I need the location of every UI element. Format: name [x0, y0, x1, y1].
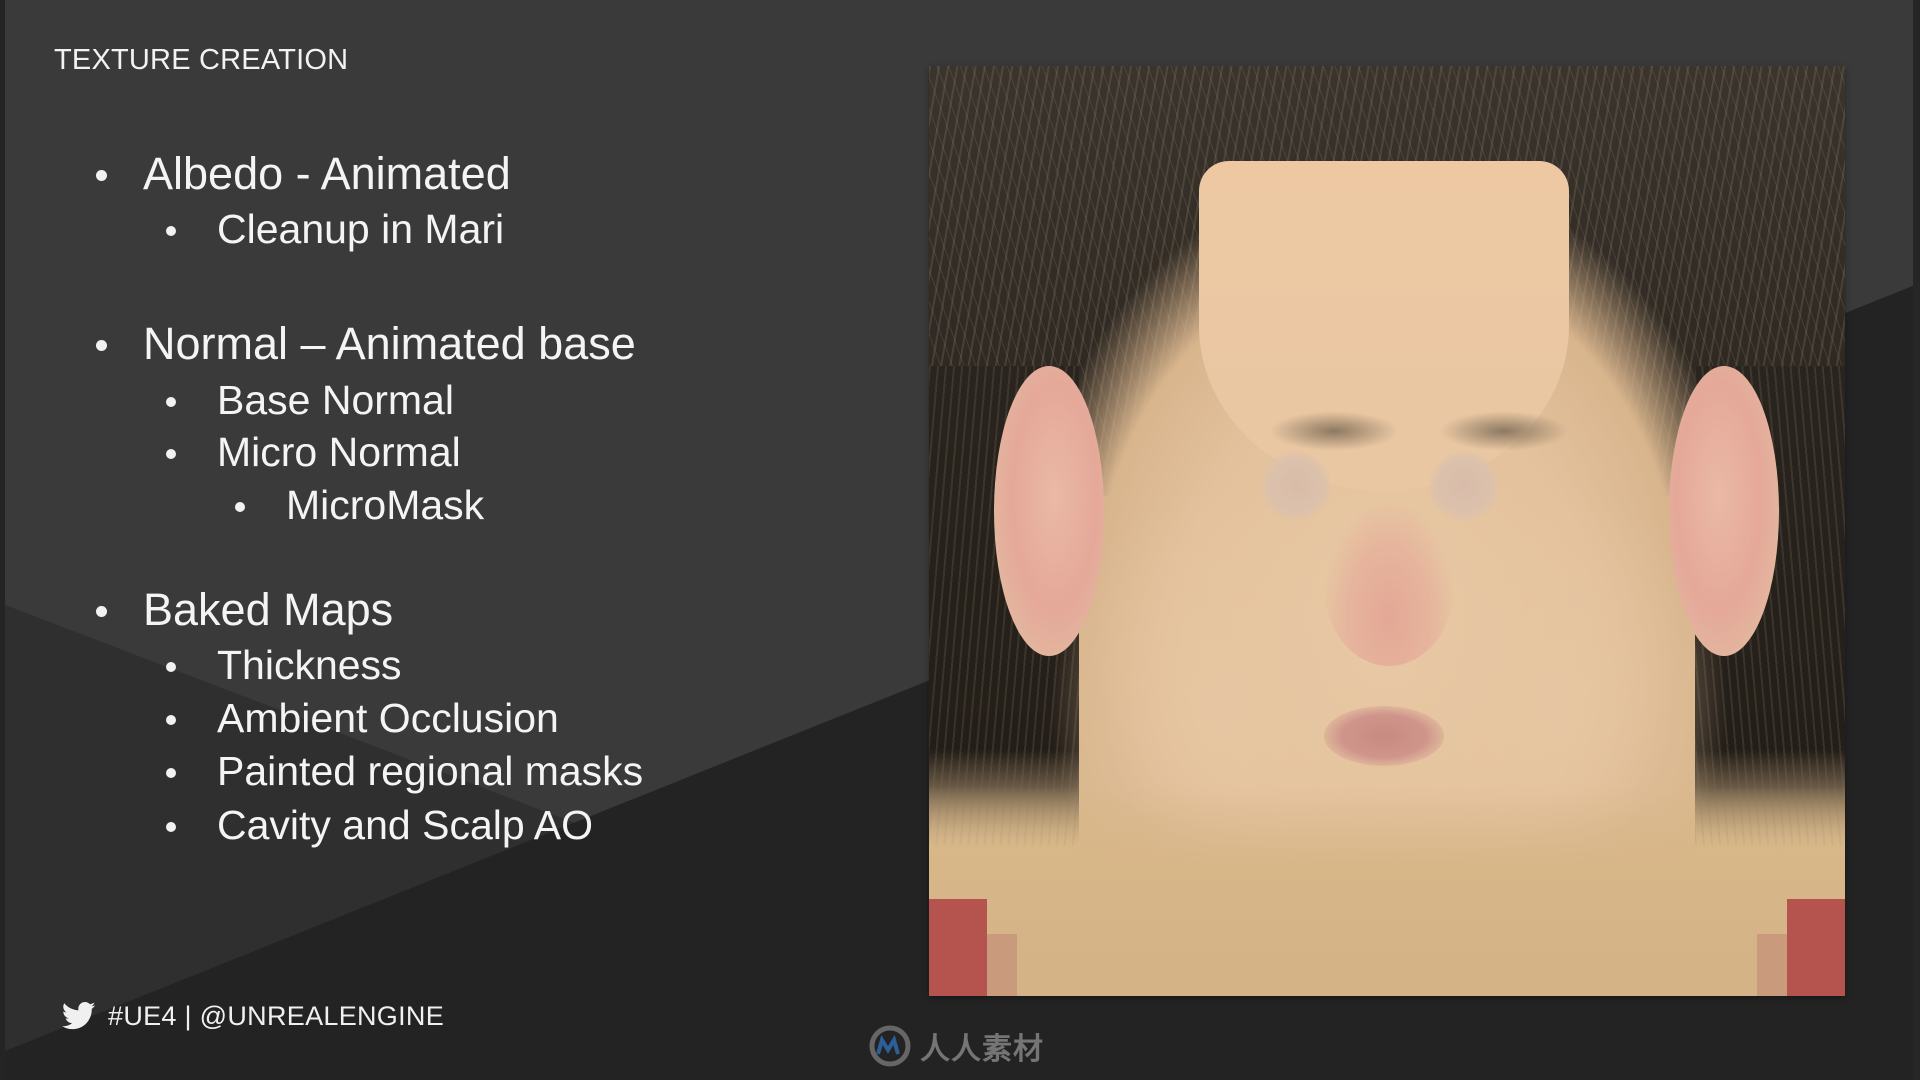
watermark: 人人素材: [868, 1024, 1044, 1068]
bullet-item: Painted regional masks: [166, 748, 644, 795]
bullet-text: Baked Maps: [143, 584, 394, 635]
bullet-dot-icon: [96, 340, 107, 351]
uv-patch: [1757, 934, 1787, 996]
bullet-dot-icon: [166, 397, 176, 407]
face-texture-image: [929, 66, 1845, 996]
bullet-dot-icon: [166, 715, 176, 725]
bullet-dot-icon: [166, 449, 176, 459]
rrsc-logo-icon: [869, 1025, 911, 1067]
bullet-dot-icon: [96, 170, 107, 181]
bullet-item: Cleanup in Mari: [166, 206, 505, 253]
uv-patch: [929, 899, 987, 996]
bullet-item: Base Normal: [166, 377, 454, 424]
nose-region: [1324, 506, 1454, 666]
bullet-dot-icon: [166, 662, 176, 672]
uv-patch: [1787, 899, 1845, 996]
social-footer: #UE4 | @UNREALENGINE: [62, 998, 444, 1034]
twitter-bird-icon: [62, 1001, 96, 1030]
bullet-text: Base Normal: [217, 377, 454, 423]
left-edge-strip: [0, 0, 5, 1080]
eye-region: [1261, 451, 1331, 521]
bullet-text: Albedo - Animated: [143, 148, 511, 199]
bullet-item: Ambient Occlusion: [166, 695, 559, 742]
bullet-text: MicroMask: [286, 482, 485, 528]
uv-patch: [987, 934, 1017, 996]
bullet-dot-icon: [166, 768, 176, 778]
eye-region: [1429, 451, 1499, 521]
bullet-dot-icon: [166, 226, 176, 236]
bullet-item: Micro Normal: [166, 429, 461, 476]
bullet-item: Thickness: [166, 642, 402, 689]
watermark-text: 人人素材: [920, 1032, 1044, 1067]
ear-region: [994, 366, 1104, 656]
bullet-text: Micro Normal: [217, 429, 461, 475]
ear-region: [1669, 366, 1779, 656]
lips-region: [1324, 706, 1444, 766]
bullet-dot-icon: [166, 822, 176, 832]
bullet-text: Thickness: [217, 642, 402, 688]
bullet-item: Baked Maps: [96, 584, 394, 636]
bullet-text: Normal – Animated base: [143, 318, 636, 369]
bullet-dot-icon: [235, 502, 245, 512]
eyebrow-region: [1269, 411, 1399, 451]
bullet-text: Cavity and Scalp AO: [217, 802, 594, 848]
eyebrow-region: [1439, 411, 1569, 451]
bullet-item: MicroMask: [235, 482, 485, 529]
twitter-handle: #UE4 | @UNREALENGINE: [108, 1000, 445, 1031]
bullet-item: Albedo - Animated: [96, 148, 511, 200]
slide-title: TEXTURE CREATION: [54, 44, 349, 76]
bullet-item: Cavity and Scalp AO: [166, 802, 594, 849]
bullet-text: Cleanup in Mari: [217, 206, 505, 252]
bullet-text: Ambient Occlusion: [217, 695, 559, 741]
bullet-text: Painted regional masks: [217, 748, 644, 794]
bullet-item: Normal – Animated base: [96, 318, 636, 370]
right-edge-strip: [1913, 0, 1920, 1080]
neck-region: [929, 786, 1845, 996]
bullet-dot-icon: [96, 606, 107, 617]
